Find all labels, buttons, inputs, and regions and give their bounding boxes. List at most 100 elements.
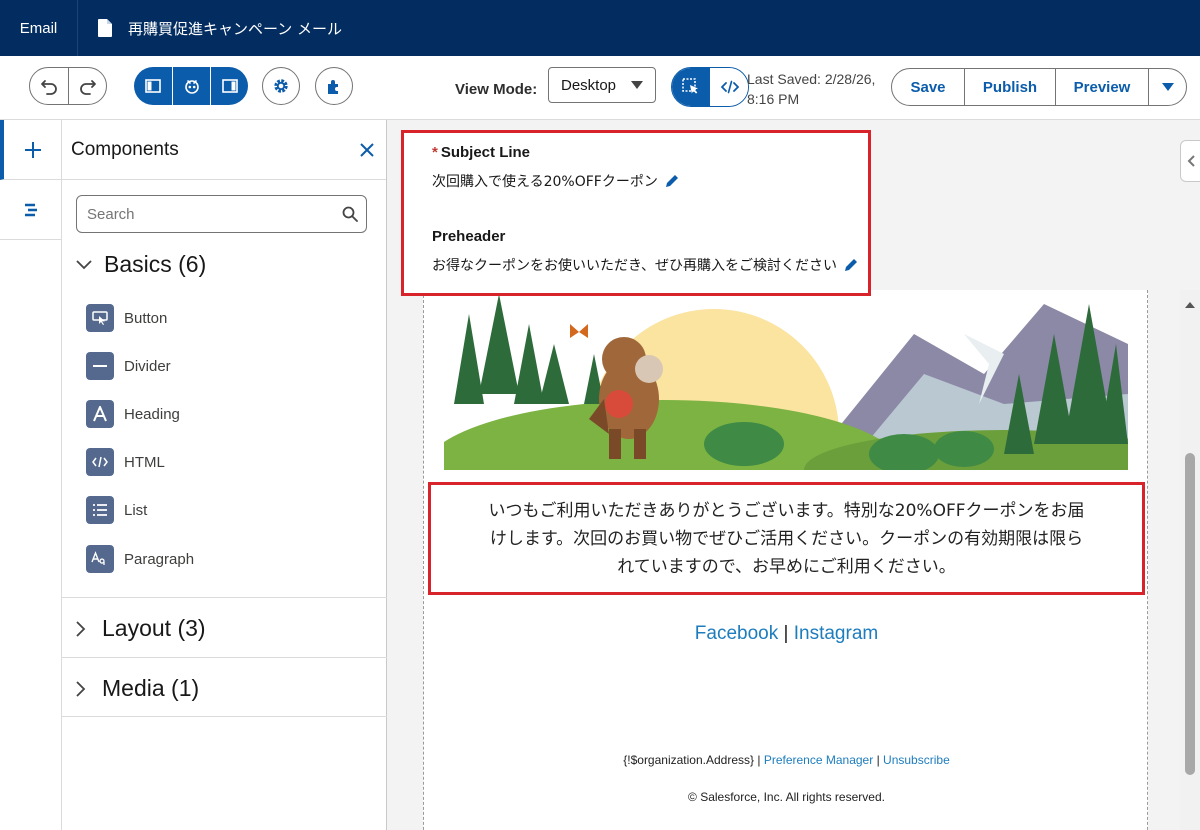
component-divider[interactable]: Divider — [86, 352, 171, 380]
heading-icon — [86, 400, 114, 428]
outline-list-icon — [24, 203, 37, 216]
more-actions-button[interactable] — [1148, 69, 1186, 105]
chevron-left-icon — [1187, 155, 1195, 167]
pencil-icon[interactable] — [664, 173, 680, 189]
hero-image[interactable] — [444, 294, 1128, 470]
footer-links: {!$organization.Address} | Preference Ma… — [424, 753, 1149, 767]
footer-separator: | — [757, 753, 761, 767]
message-line: れていますので、お早めにご利用ください。 — [617, 556, 956, 577]
canvas-scrollbar[interactable] — [1180, 290, 1200, 830]
undo-button[interactable] — [30, 68, 68, 104]
add-icon — [24, 141, 41, 158]
einstein-icon — [184, 80, 199, 94]
view-mode-select[interactable]: Desktop — [548, 67, 656, 103]
right-panel-icon — [221, 79, 238, 93]
app-header: Email 再購買促進キャンペーン メール — [0, 0, 1200, 56]
subject-line-value: 次回購入で使える20%OFFクーポン — [432, 174, 658, 190]
message-line: けします。次回のお買い物でぜひご活用ください。クーポンの有効期限は限ら — [489, 528, 1084, 549]
scrollbar-thumb[interactable] — [1185, 453, 1195, 775]
redo-icon — [79, 80, 96, 95]
section-layout[interactable]: Layout (3) — [76, 615, 206, 642]
social-links: Facebook | Instagram — [424, 623, 1149, 645]
document-title: 再購買促進キャンペーン メール — [128, 19, 343, 38]
caret-down-icon — [1161, 83, 1174, 91]
caret-down-icon — [631, 81, 643, 89]
subject-line-field[interactable]: 次回購入で使える20%OFFクーポン — [432, 171, 680, 191]
app-name: Email — [0, 0, 78, 56]
facebook-link[interactable]: Facebook — [695, 623, 778, 644]
properties-panel-tab[interactable] — [1180, 140, 1200, 182]
component-paragraph-label: Paragraph — [124, 550, 195, 568]
code-icon — [720, 80, 739, 94]
subject-line-label: * Subject Line — [432, 144, 530, 161]
preheader-label: Preheader — [432, 228, 506, 245]
components-panel: Components Basics (6) Button Divider Hea… — [62, 120, 387, 830]
component-button[interactable]: Button — [86, 304, 167, 332]
personalization-button[interactable] — [315, 67, 353, 105]
component-list[interactable]: List — [86, 496, 147, 524]
social-separator: | — [783, 623, 789, 644]
subject-line-label-text: Subject Line — [440, 144, 531, 161]
section-divider — [62, 597, 387, 598]
einstein-button[interactable] — [172, 67, 210, 105]
divider-icon — [86, 352, 114, 380]
component-paragraph[interactable]: Paragraph — [86, 545, 194, 573]
components-panel-title: Components — [71, 138, 179, 160]
message-text-block[interactable]: いつもご利用いただきありがとうございます。特別な20%OFFクーポンをお届 けし… — [428, 482, 1145, 595]
rail-outline-tab[interactable] — [0, 180, 61, 240]
instagram-link[interactable]: Instagram — [794, 623, 878, 644]
last-saved-time: 8:16 PM — [747, 91, 800, 107]
document-icon — [98, 19, 112, 37]
org-address: {!$organization.Address} — [623, 753, 755, 767]
save-button[interactable]: Save — [892, 69, 964, 105]
component-heading[interactable]: Heading — [86, 400, 180, 428]
code-mode-button[interactable] — [710, 68, 748, 106]
preheader-field[interactable]: お得なクーポンをお使いいただき、ぜひ再購入をご検討ください — [432, 255, 859, 275]
component-html[interactable]: HTML — [86, 448, 165, 476]
email-canvas: いつもご利用いただきありがとうございます。特別な20%OFFクーポンをお届 けし… — [387, 120, 1200, 830]
preheader-value: お得なクーポンをお使いいただき、ぜひ再購入をご検討ください — [432, 258, 838, 274]
message-paragraph: いつもご利用いただきありがとうございます。特別な20%OFFクーポンをお届 けし… — [488, 497, 1084, 581]
pencil-icon[interactable] — [843, 257, 859, 273]
component-divider-label: Divider — [124, 357, 171, 375]
right-panel-toggle[interactable] — [210, 67, 248, 105]
component-heading-label: Heading — [124, 405, 180, 423]
visual-mode-button[interactable] — [672, 68, 710, 106]
section-divider — [62, 657, 387, 658]
components-search — [76, 195, 367, 233]
footer-separator: | — [876, 753, 880, 767]
list-icon — [86, 496, 114, 524]
section-basics-label: Basics (6) — [104, 251, 207, 277]
preview-button[interactable]: Preview — [1055, 69, 1148, 105]
preference-manager-link[interactable]: Preference Manager — [764, 753, 873, 767]
select-pointer-icon — [682, 78, 698, 94]
close-icon[interactable] — [360, 142, 374, 157]
search-input[interactable] — [87, 205, 317, 223]
undo-icon — [41, 80, 57, 95]
required-marker: * — [432, 144, 438, 161]
copyright: © Salesforce, Inc. All rights reserved. — [688, 790, 885, 804]
rail-components-tab[interactable] — [0, 120, 61, 180]
settings-button[interactable] — [262, 67, 300, 105]
edit-mode-group — [671, 67, 749, 107]
scroll-up-icon[interactable] — [1180, 298, 1200, 312]
gear-icon — [274, 79, 288, 93]
hero-illustration — [444, 294, 1128, 470]
component-list-label: List — [124, 501, 148, 519]
left-panel-icon — [145, 79, 161, 93]
publish-button[interactable]: Publish — [964, 69, 1055, 105]
paragraph-icon — [86, 545, 114, 573]
view-mode-label: View Mode: — [455, 81, 538, 98]
unsubscribe-link[interactable]: Unsubscribe — [883, 753, 950, 767]
section-media[interactable]: Media (1) — [76, 675, 199, 702]
chevron-down-icon — [76, 259, 92, 269]
subject-preheader-box: * Subject Line 次回購入で使える20%OFFクーポン Prehead… — [401, 130, 871, 296]
document-title-area: 再購買促進キャンペーン メール — [78, 18, 342, 39]
section-basics[interactable]: Basics (6) — [76, 251, 206, 278]
save-actions: Save Publish Preview — [891, 68, 1187, 106]
redo-button[interactable] — [68, 68, 106, 104]
left-panel-toggle[interactable] — [134, 67, 172, 105]
component-html-label: HTML — [124, 453, 165, 471]
view-mode-value: Desktop — [561, 76, 617, 94]
message-line: いつもご利用いただきありがとうございます。特別な20%OFFクーポンをお届 — [488, 500, 1085, 521]
